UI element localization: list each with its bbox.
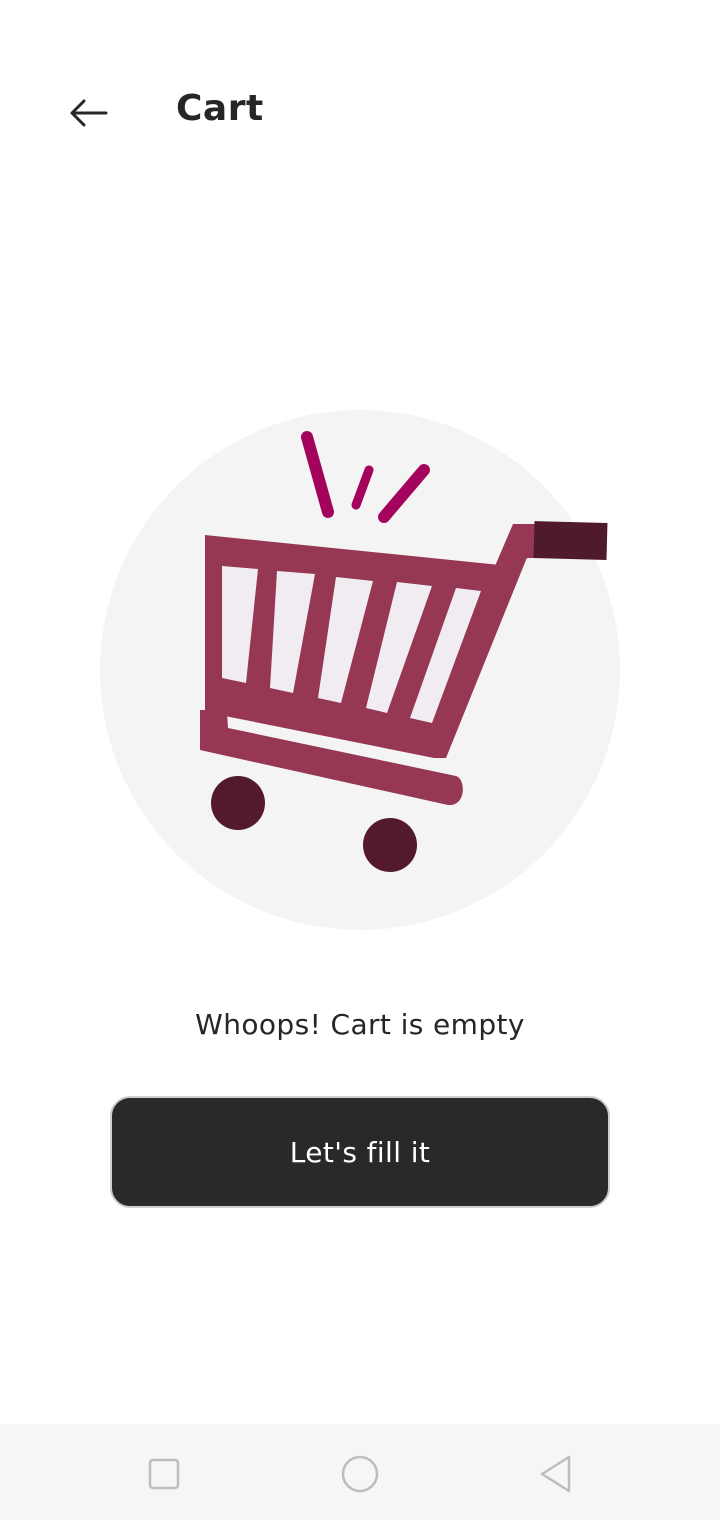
square-icon (148, 1458, 180, 1490)
app-header: Cart (0, 60, 720, 164)
home-button[interactable] (332, 1446, 388, 1502)
recents-button[interactable] (136, 1446, 192, 1502)
arrow-left-icon (70, 99, 108, 127)
system-back-button[interactable] (528, 1446, 584, 1502)
cart-wheel-right (363, 818, 417, 872)
cart-handle-grip (533, 521, 608, 560)
page-title: Cart (176, 88, 264, 129)
empty-cart-message: Whoops! Cart is empty (195, 1008, 525, 1041)
system-navigation-bar (0, 1424, 720, 1520)
cart-wheel-left (211, 776, 265, 830)
shopping-cart-icon (100, 410, 620, 930)
lets-fill-it-button[interactable]: Let's fill it (110, 1096, 610, 1208)
empty-cart-illustration (100, 410, 620, 930)
triangle-back-icon (540, 1455, 571, 1493)
back-button[interactable] (48, 80, 128, 146)
circle-icon (341, 1455, 379, 1493)
